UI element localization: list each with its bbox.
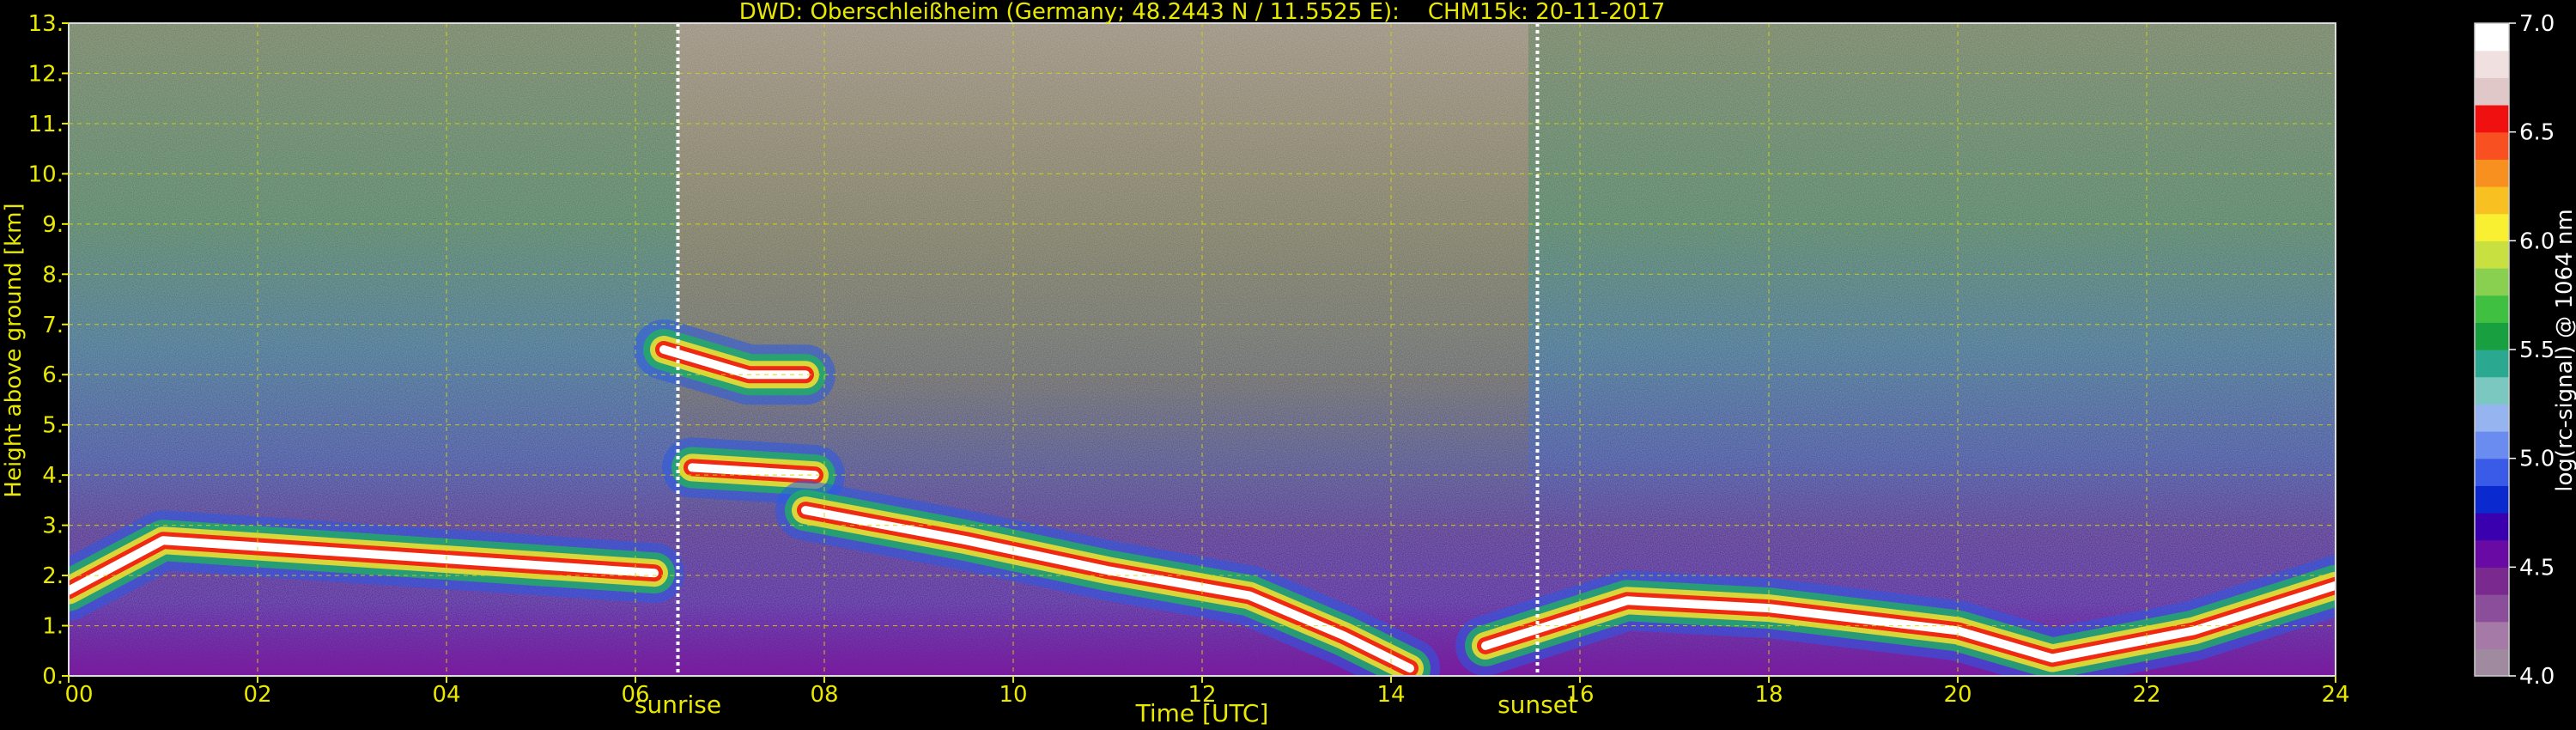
- x-tick-label: 14: [1376, 682, 1405, 708]
- y-tick-label: 13.: [28, 11, 64, 37]
- colorbar-label: log(rc-signal) @ 1064 nm: [2552, 209, 2576, 491]
- colorbar-swatch: [2475, 648, 2509, 677]
- colorbar-swatches: [2475, 23, 2509, 677]
- colorbar-swatch: [2475, 376, 2509, 405]
- colorbar-swatch: [2475, 513, 2509, 541]
- colorbar-swatch: [2475, 213, 2509, 241]
- y-tick-label: 8.: [42, 262, 64, 288]
- colorbar-swatch: [2475, 350, 2509, 378]
- colorbar-tick-label: 6.0: [2519, 228, 2555, 254]
- x-tick-label: 08: [810, 682, 838, 708]
- colorbar-swatch: [2475, 404, 2509, 432]
- colorbar-tick-label: 4.0: [2519, 664, 2555, 690]
- colorbar-tick-label: 5.5: [2519, 338, 2555, 363]
- colorbar-swatch: [2475, 77, 2509, 106]
- y-tick-label: 12.: [28, 61, 64, 87]
- x-tick-label: 18: [1754, 682, 1783, 708]
- sun-marker-labels: sunrise sunset: [635, 690, 1577, 719]
- colorbar-swatch: [2475, 23, 2509, 52]
- plot-area: [69, 23, 2336, 676]
- x-tick-label: 00: [64, 682, 93, 708]
- colorbar-tick-label: 6.5: [2519, 120, 2555, 146]
- y-tick-label: 10.: [28, 161, 64, 187]
- y-tick-label: 2.: [42, 563, 64, 589]
- y-tick-label: 11.: [28, 112, 64, 137]
- colorbar: 4.0 4.5 5.0 5.5 6.0 6.5 7.0 log(rc-signal) @ 1…: [2474, 11, 2576, 690]
- x-tick-label: 24: [2321, 682, 2349, 708]
- colorbar-tick-label: 7.0: [2519, 11, 2555, 37]
- colorbar-swatch: [2475, 268, 2509, 296]
- x-axis-label: Time [UTC]: [1135, 699, 1269, 727]
- colorbar-swatch: [2475, 159, 2509, 187]
- y-axis-label: Height above ground [km]: [1, 203, 27, 497]
- y-tick-label: 1.: [42, 614, 64, 640]
- colorbar-tick-label: 4.5: [2519, 555, 2555, 581]
- lidar-backscatter-figure: 00 02 04 06 08 10 12 14 16 18 20 22 24 0.1.2.3.4.5.6…: [1, 0, 2576, 727]
- x-tick-label: 04: [432, 682, 460, 708]
- colorbar-swatch: [2475, 621, 2509, 649]
- colorbar-swatch: [2475, 322, 2509, 350]
- colorbar-swatch: [2475, 105, 2509, 133]
- colorbar-swatch: [2475, 131, 2509, 160]
- colorbar-swatch: [2475, 594, 2509, 623]
- y-tick-label: 9.: [42, 212, 64, 238]
- y-tick-label: 6.: [42, 362, 64, 388]
- sunrise-label: sunrise: [635, 690, 721, 719]
- colorbar-swatch: [2475, 50, 2509, 78]
- colorbar-swatch: [2475, 295, 2509, 323]
- colorbar-swatch: [2475, 485, 2509, 514]
- x-tick-label: 20: [1943, 682, 1971, 708]
- colorbar-swatch: [2475, 567, 2509, 595]
- y-tick-label: 5.: [42, 413, 64, 439]
- colorbar-swatch: [2475, 458, 2509, 486]
- colorbar-swatch: [2475, 186, 2509, 215]
- y-axis-ticks: 0. 1. 2. 3. 4. 5. 6. 7. 8. 9. 10. 11. 12. 13.: [28, 11, 69, 690]
- colorbar-swatch: [2475, 240, 2509, 269]
- y-tick-label: 7.: [42, 313, 64, 338]
- x-tick-label: 02: [243, 682, 271, 708]
- chart-title: DWD: Oberschleißheim (Germany; 48.2443 N…: [739, 0, 1666, 25]
- x-tick-label: 22: [2132, 682, 2160, 708]
- colorbar-tick-label: 5.0: [2519, 447, 2555, 472]
- y-tick-label: 3.: [42, 514, 64, 539]
- colorbar-ticks: 4.0 4.5 5.0 5.5 6.0 6.5 7.0: [2509, 11, 2555, 690]
- y-tick-label: 0.: [42, 664, 64, 690]
- colorbar-swatch: [2475, 539, 2509, 568]
- y-tick-label: 4.: [42, 463, 64, 489]
- colorbar-swatch: [2475, 431, 2509, 459]
- x-tick-label: 10: [999, 682, 1027, 708]
- sunset-label: sunset: [1498, 690, 1577, 719]
